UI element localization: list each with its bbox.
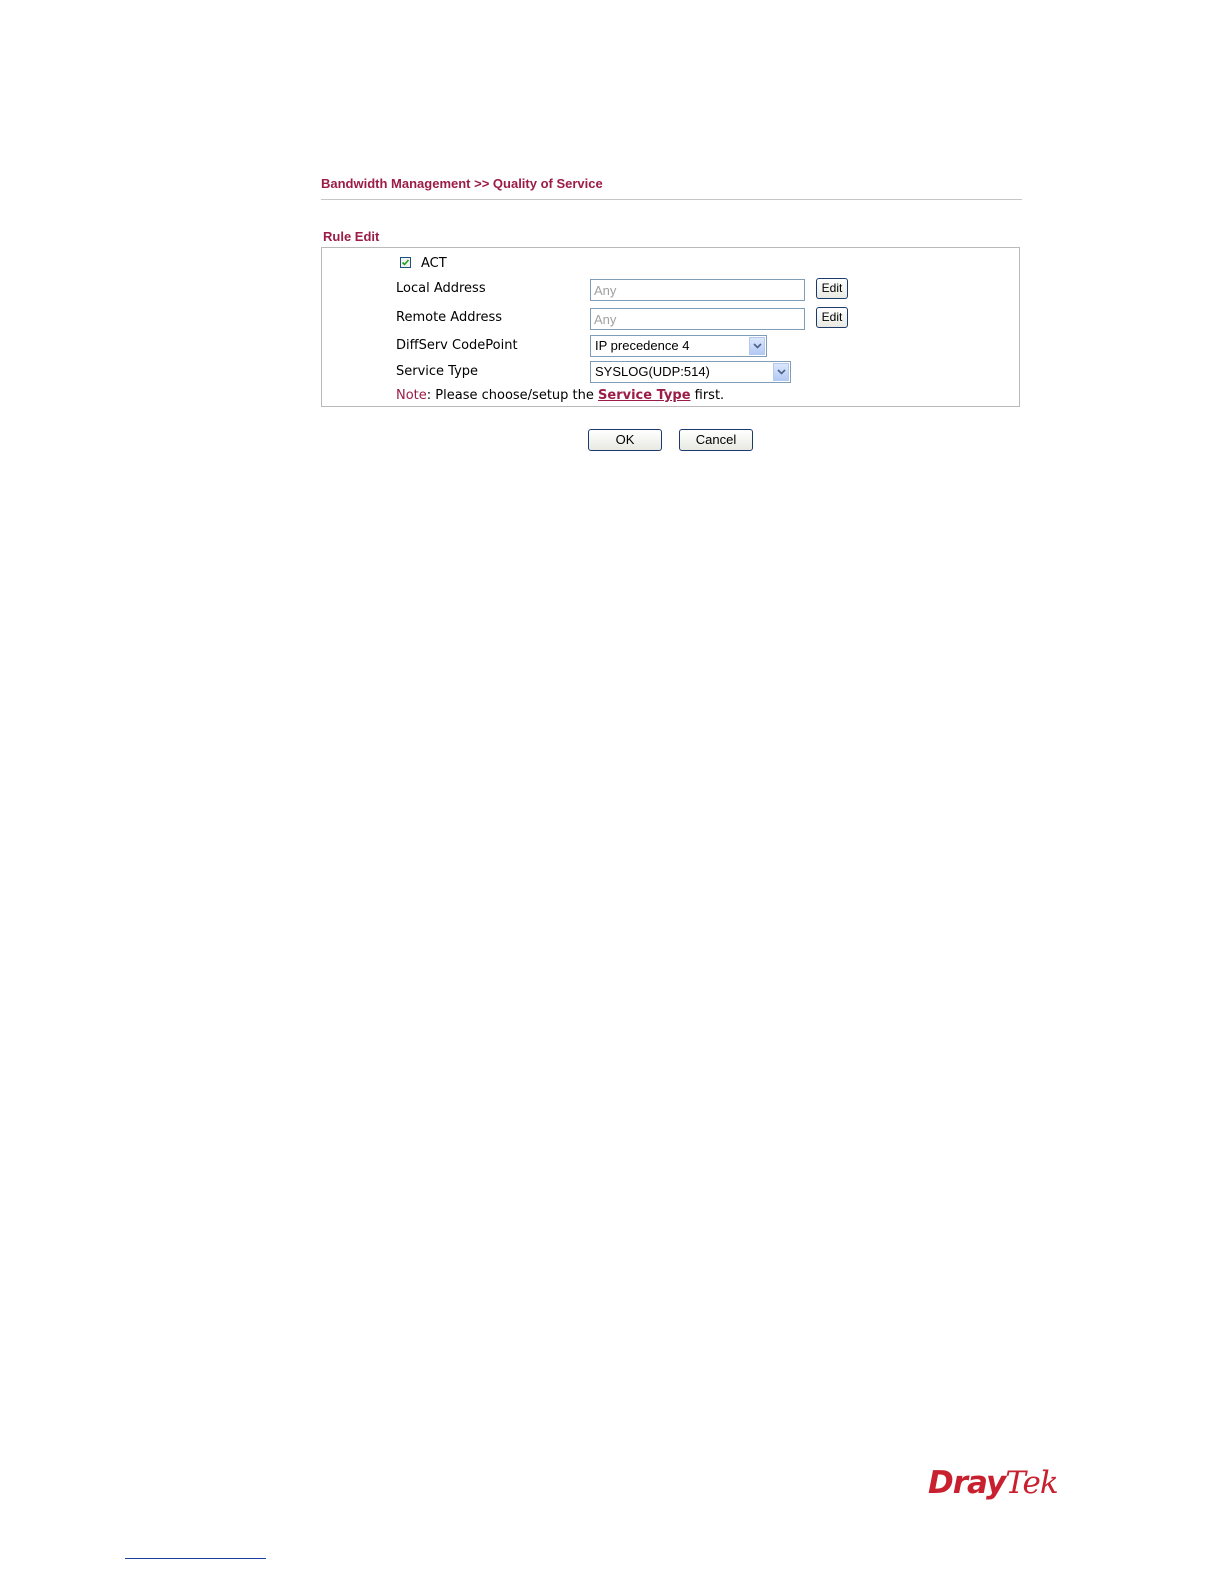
service-type-select[interactable]: SYSLOG(UDP:514) <box>590 361 791 383</box>
logo-part-tek: Tek <box>1005 1465 1058 1501</box>
note-suffix: first. <box>690 388 725 403</box>
breadcrumb: Bandwidth Management >> Quality of Servi… <box>321 176 603 191</box>
note-body: : Please choose/setup the <box>426 388 599 403</box>
breadcrumb-divider <box>321 199 1022 200</box>
ok-button[interactable]: OK <box>588 429 662 451</box>
logo-part-dray: Dray <box>928 1465 1006 1501</box>
cancel-button[interactable]: Cancel <box>679 429 753 451</box>
draytek-logo: DrayTek <box>928 1465 1059 1501</box>
service-type-link[interactable]: Service Type <box>598 388 691 403</box>
service-type-label: Service Type <box>396 364 479 379</box>
diffserv-select[interactable]: IP precedence 4 <box>590 335 767 357</box>
act-label: ACT <box>421 256 447 271</box>
local-address-edit-button[interactable]: Edit <box>816 278 848 299</box>
remote-address-input[interactable]: Any <box>590 308 805 330</box>
local-address-input[interactable]: Any <box>590 279 805 301</box>
note-text: Note: Please choose/setup the Service Ty… <box>396 388 724 403</box>
act-checkbox[interactable] <box>400 257 411 268</box>
remote-address-edit-button[interactable]: Edit <box>816 307 848 328</box>
footer-divider <box>125 1558 266 1559</box>
diffserv-label: DiffServ CodePoint <box>396 338 518 353</box>
diffserv-selected-value: IP precedence 4 <box>595 338 690 353</box>
note-prefix: Note <box>396 388 427 403</box>
section-title: Rule Edit <box>323 229 380 244</box>
remote-address-label: Remote Address <box>396 310 503 325</box>
local-address-label: Local Address <box>396 281 486 296</box>
checkmark-icon <box>401 259 410 266</box>
service-type-selected-value: SYSLOG(UDP:514) <box>595 364 710 379</box>
chevron-down-icon[interactable] <box>749 337 765 355</box>
chevron-down-icon[interactable] <box>773 363 789 381</box>
